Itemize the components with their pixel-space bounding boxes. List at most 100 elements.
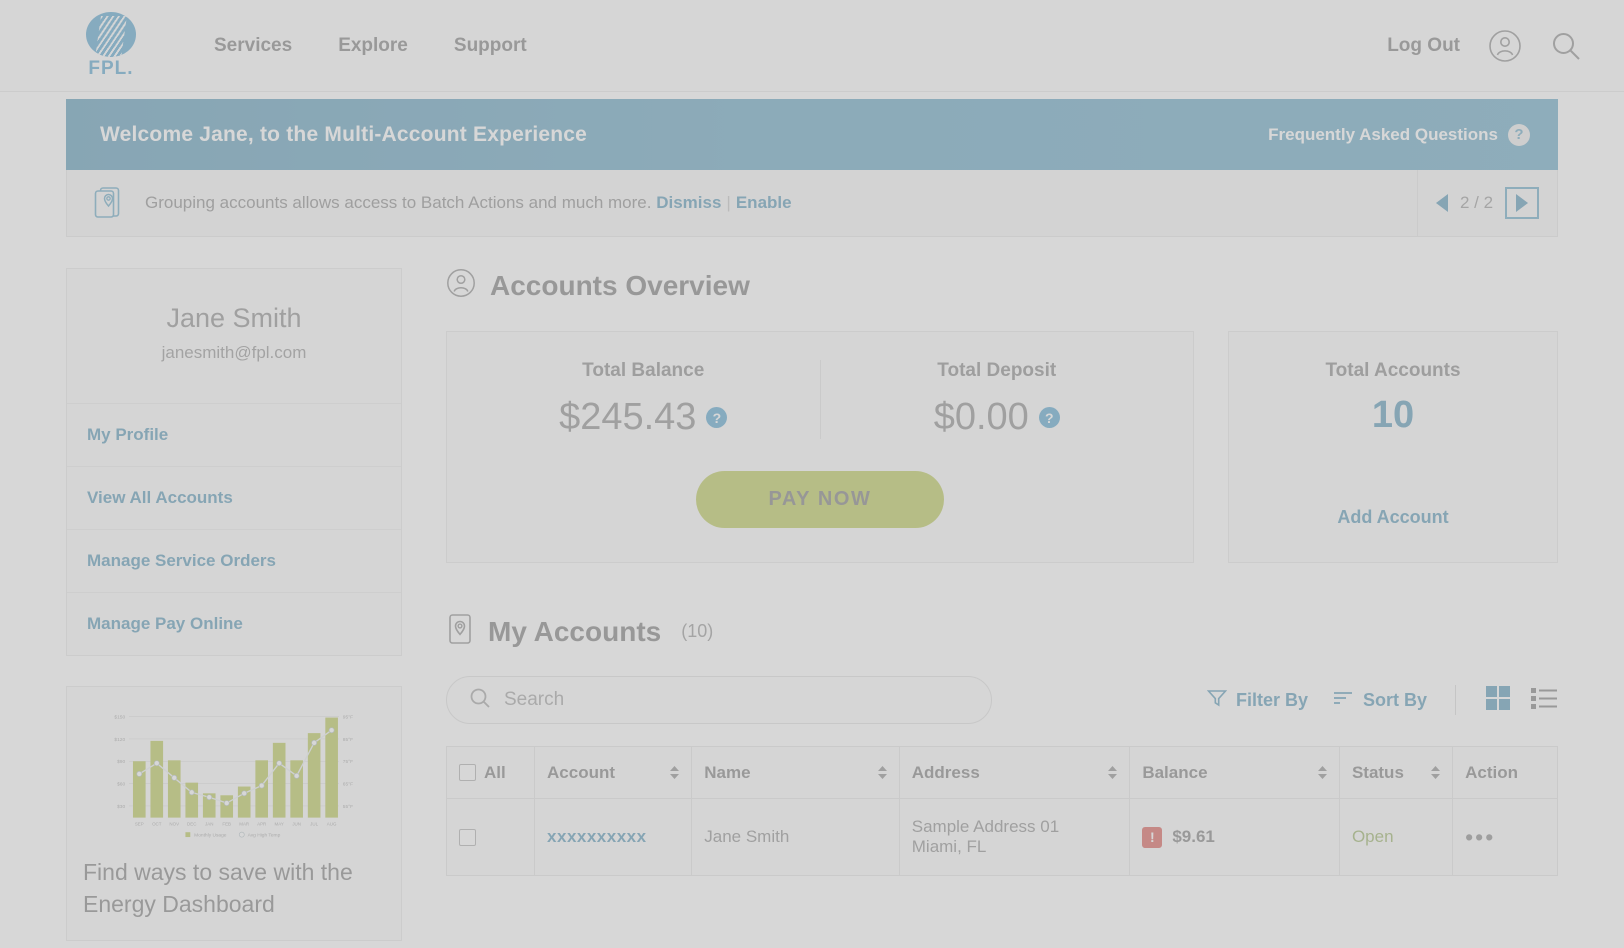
notice-pagination: 2 / 2 [1417, 170, 1557, 236]
sort-arrows-icon[interactable] [670, 766, 680, 779]
svg-text:JAN: JAN [205, 821, 213, 826]
total-deposit-block: Total Deposit $0.00 ? [821, 360, 1174, 439]
fpl-logo[interactable]: FPL. [80, 11, 142, 80]
total-accounts-value: 10 [1371, 394, 1415, 436]
th-balance[interactable]: Balance [1129, 746, 1340, 799]
promo-title: Find ways to save with the Energy Dashbo… [83, 859, 353, 917]
sort-arrows-icon[interactable] [1317, 766, 1327, 779]
sort-arrows-icon[interactable] [877, 766, 887, 779]
sidebar-item-view-all-accounts[interactable]: View All Accounts [67, 467, 401, 530]
question-mark-icon[interactable]: ? [1038, 407, 1060, 428]
profile-card: Jane Smith janesmith@fpl.com My Profile … [66, 268, 402, 656]
svg-text:65°F: 65°F [343, 782, 353, 788]
sort-arrows-icon[interactable] [1108, 766, 1118, 779]
row-checkbox[interactable] [459, 829, 476, 847]
address-line-1: Sample Address 01 [911, 817, 1060, 836]
sort-arrows-icon[interactable] [1431, 766, 1441, 779]
svg-text:85°F: 85°F [343, 737, 353, 743]
grid-view-icon[interactable] [1484, 684, 1512, 717]
th-action: Action [1452, 746, 1558, 799]
pay-now-button[interactable]: PAY NOW [696, 471, 944, 528]
nav-item-support[interactable]: Support [454, 35, 527, 57]
logout-button[interactable]: Log Out [1387, 35, 1460, 57]
row-actions-menu-icon[interactable]: ••• [1465, 824, 1495, 850]
stacked-location-pin-icon [93, 186, 123, 220]
search-icon[interactable] [1550, 30, 1582, 62]
total-balance-value: $245.43 [559, 396, 697, 438]
page-indicator: 2 / 2 [1459, 193, 1494, 212]
cell-status: Open [1338, 798, 1454, 876]
accounts-table: All Account Name Address Balance Status … [445, 746, 1558, 876]
toolbar-divider [1455, 685, 1456, 715]
svg-text:75°F: 75°F [343, 759, 353, 765]
account-number-link[interactable]: xxxxxxxxxx [547, 827, 647, 846]
svg-text:$30: $30 [117, 804, 125, 810]
question-mark-icon[interactable]: ? [706, 407, 728, 428]
location-pin-card-icon [446, 613, 474, 650]
site-header: FPL. Services Explore Support Log Out [0, 0, 1624, 92]
cell-balance: ! $9.61 [1129, 798, 1340, 876]
search-icon [469, 687, 491, 714]
th-all-label: All [484, 762, 506, 782]
user-circle-icon[interactable] [1488, 29, 1522, 63]
search-box[interactable] [446, 676, 992, 724]
sidebar-item-manage-pay-online[interactable]: Manage Pay Online [67, 593, 401, 655]
search-input[interactable] [504, 689, 969, 711]
sort-by-button[interactable]: Sort By [1332, 689, 1427, 712]
table-row[interactable]: xxxxxxxxxx Jane Smith Sample Address 01 … [445, 798, 1558, 876]
th-address[interactable]: Address [898, 746, 1131, 799]
sidebar-item-manage-service-orders[interactable]: Manage Service Orders [67, 530, 401, 593]
notice-message: Grouping accounts allows access to Batch… [145, 193, 792, 213]
funnel-icon [1206, 689, 1228, 712]
cell-account: xxxxxxxxxx [534, 798, 693, 876]
nav-item-services[interactable]: Services [214, 35, 292, 57]
alert-icon: ! [1142, 826, 1163, 848]
th-name[interactable]: Name [691, 746, 900, 799]
th-account-inner: Account [547, 762, 680, 783]
th-balance-label: Balance [1142, 762, 1208, 782]
nav-item-explore[interactable]: Explore [338, 35, 408, 57]
th-action-label: Action [1465, 762, 1519, 782]
sidebar-item-my-profile[interactable]: My Profile [67, 404, 401, 467]
svg-text:$60: $60 [117, 782, 125, 788]
energy-usage-chart: $150 $120 $90 $60 $30 95°F 85°F 75°F 65°… [114, 715, 353, 839]
question-mark-icon: ? [1508, 123, 1530, 146]
triangle-left-icon[interactable] [1435, 194, 1448, 212]
svg-text:SEP: SEP [135, 821, 144, 826]
accounts-overview-header: Accounts Overview [446, 268, 1558, 303]
th-account[interactable]: Account [534, 746, 693, 799]
select-all-checkbox[interactable] [459, 764, 476, 781]
enable-link[interactable]: Enable [736, 193, 792, 212]
dismiss-link[interactable]: Dismiss [656, 193, 721, 212]
th-account-label: Account [547, 762, 616, 782]
main-column: Accounts Overview Total Balance $245.43 … [445, 268, 1558, 941]
svg-text:NOV: NOV [169, 821, 179, 826]
th-status[interactable]: Status [1338, 746, 1454, 799]
faq-label: Frequently Asked Questions [1268, 124, 1498, 144]
overview-cards: Total Balance $245.43 ? Total Deposit $0… [446, 331, 1558, 563]
th-name-label: Name [704, 762, 751, 782]
svg-text:$150: $150 [114, 715, 125, 721]
faq-link[interactable]: Frequently Asked Questions ? [1268, 123, 1530, 146]
profile-header: Jane Smith janesmith@fpl.com [67, 269, 401, 404]
svg-text:55°F: 55°F [343, 804, 353, 810]
next-page-button[interactable] [1505, 187, 1540, 219]
accounts-table-body: xxxxxxxxxx Jane Smith Sample Address 01 … [445, 798, 1558, 876]
welcome-message: Welcome Jane, to the Multi-Account Exper… [100, 122, 588, 146]
th-action-inner: Action [1465, 763, 1545, 783]
filter-by-button[interactable]: Filter By [1206, 689, 1308, 712]
cell-address: Sample Address 01 Miami, FL [898, 798, 1131, 876]
energy-dashboard-promo[interactable]: $150 $120 $90 $60 $30 95°F 85°F 75°F 65°… [66, 686, 402, 942]
total-balance-value-row: $245.43 ? [559, 396, 728, 439]
th-select-all-inner: All [459, 763, 522, 783]
svg-text:FEB: FEB [222, 821, 231, 826]
balance-amount: $9.61 [1172, 827, 1215, 846]
accounts-table-head: All Account Name Address Balance Status … [445, 746, 1558, 799]
svg-text:APR: APR [257, 821, 267, 826]
cell-action: ••• [1452, 798, 1558, 876]
total-balance-block: Total Balance $245.43 ? [467, 360, 821, 439]
add-account-link[interactable]: Add Account [1249, 475, 1537, 528]
th-name-inner: Name [704, 763, 887, 783]
balance-card: Total Balance $245.43 ? Total Deposit $0… [446, 331, 1194, 563]
list-view-icon[interactable] [1530, 684, 1558, 717]
